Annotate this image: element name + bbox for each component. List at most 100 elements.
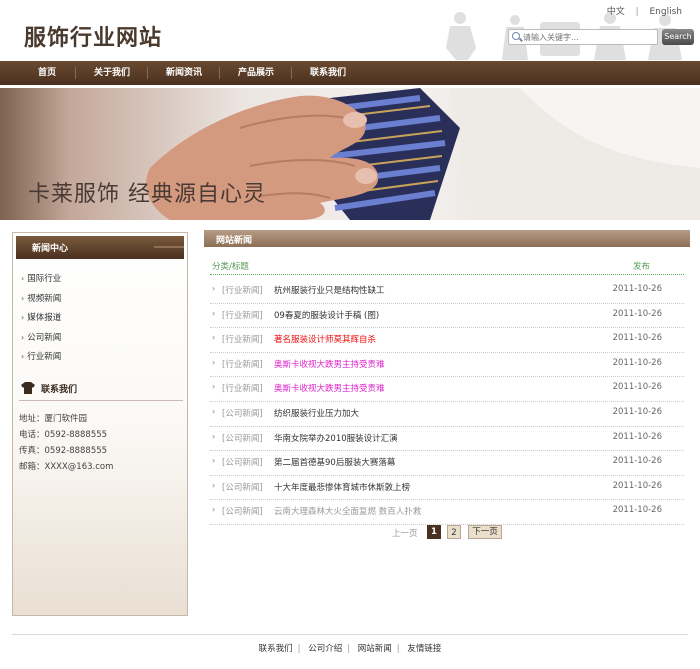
site-title: 服饰行业网站 [24,26,163,51]
nav-divider [291,67,292,79]
sidebar-item-label: 媒体报道 [27,313,62,323]
main-section-header: 网站新闻 [204,230,690,247]
footer-separator: | [347,644,351,654]
footer-link-about[interactable]: 公司介绍 [308,644,342,654]
news-date: 2011-10-26 [612,431,662,442]
news-title-link[interactable]: 奥斯卡收视大跌男主持受责难 [274,358,385,370]
search-box [508,29,658,45]
contact-section-title: 联系我们 [19,381,183,401]
news-category[interactable]: [公司新闻] [222,505,263,517]
nav-divider [75,67,76,79]
news-title-link[interactable]: 杭州服装行业只是结构性缺工 [274,284,385,296]
arrow-right-icon: › [212,357,216,367]
arrow-right-icon: › [212,505,216,515]
news-category[interactable]: [行业新闻] [222,333,263,345]
nav-item-products[interactable]: 产品展示 [228,61,284,85]
arrow-right-icon: › [212,431,216,441]
arrow-right-icon: › [21,352,25,361]
nav-item-about[interactable]: 关于我们 [84,61,140,85]
arrow-right-icon: › [21,332,25,342]
arrow-right-icon: › [212,406,216,416]
news-row: › [公司新闻] 云南大理森林大火全面复燃 数百人扑救 2011-10-26 [210,500,684,525]
news-category[interactable]: [行业新闻] [222,284,263,296]
contact-title: 联系我们 [41,385,78,395]
news-title-link[interactable]: 纺织服装行业压力加大 [274,407,359,419]
nav-divider [219,67,220,79]
news-title-link[interactable]: 华南女院举办2010服装设计汇演 [274,432,398,444]
news-row: › [公司新闻] 十大年度最悲惨体育城市休斯敦上榜 2011-10-26 [210,476,684,501]
sidebar-news-list: › 国际行业 › 视频新闻 › 媒体报道 › 公司新闻 › 行业新闻 [21,273,181,371]
footer-link-contact[interactable]: 联系我们 [259,644,293,654]
news-category[interactable]: [公司新闻] [222,481,263,493]
news-row: › [行业新闻] 奥斯卡收视大跌男主持受责难 2011-10-26 [210,353,684,378]
sidebar-item-media[interactable]: › 媒体报道 [21,312,181,332]
news-date: 2011-10-26 [612,480,662,491]
contact-address: 地址：厦门软件园 [19,414,88,424]
news-category[interactable]: [公司新闻] [222,432,263,444]
sidebar-header-decoration [154,246,184,248]
news-date: 2011-10-26 [612,406,662,417]
news-list: › [行业新闻] 杭州服装行业只是结构性缺工 2011-10-26 › [行业新闻] 09春… [210,279,684,525]
news-row: › [公司新闻] 纺织服装行业压力加大 2011-10-26 [210,402,684,427]
search-area: Search [508,29,694,45]
news-title-link[interactable]: 奥斯卡收视大跌男主持受责难 [274,382,385,394]
news-category[interactable]: [公司新闻] [222,407,263,419]
search-input[interactable] [523,31,655,43]
news-date: 2011-10-26 [612,308,662,319]
contact-phone: 电话：0592-8888555 [19,430,108,440]
next-page-button[interactable]: 下一页 [468,525,502,539]
arrow-right-icon: › [21,274,25,283]
prev-page-link[interactable]: 上一页 [392,527,418,539]
news-category[interactable]: [行业新闻] [222,309,263,321]
search-icon [512,32,520,40]
news-title-link[interactable]: 十大年度最悲惨体育城市休斯敦上榜 [274,481,410,493]
main-nav: 首页 关于我们 新闻资讯 产品展示 联系我们 [0,61,700,85]
news-date: 2011-10-26 [612,505,662,516]
news-row: › [行业新闻] 09春夏的服装设计手稿 (图) 2011-10-26 [210,304,684,329]
sidebar-header: 新闻中心 [16,236,184,259]
language-switch: 中文 | English [603,4,686,17]
footer-link-friends[interactable]: 友情链接 [407,644,441,654]
lang-chinese-link[interactable]: 中文 [607,7,625,17]
footer-divider [12,634,688,635]
sidebar-title: 新闻中心 [32,244,69,254]
news-row: › [公司新闻] 华南女院举办2010服装设计汇演 2011-10-26 [210,427,684,452]
contact-info: 地址：厦门软件园 电话：0592-8888555 传真：0592-8888555… [19,413,183,477]
sidebar-item-label: 行业新闻 [27,352,62,362]
arrow-right-icon: › [21,293,25,303]
news-date: 2011-10-26 [612,456,662,467]
news-title-link[interactable]: 第二届首德基90后服装大赛落幕 [274,456,395,468]
sidebar-item-label: 视频新闻 [27,293,62,304]
news-row: › [行业新闻] 奥斯卡收视大跌男主持受责难 2011-10-26 [210,377,684,402]
arrow-right-icon: › [212,480,216,490]
sidebar-item-label: 国际行业 [27,274,62,284]
arrow-right-icon: › [212,333,216,343]
lang-english-link[interactable]: English [650,7,683,17]
nav-item-home[interactable]: 首页 [24,61,70,85]
news-category[interactable]: [行业新闻] [222,358,263,370]
arrow-right-icon: › [212,308,216,318]
news-date: 2011-10-26 [612,333,662,344]
sidebar-item-industry[interactable]: › 行业新闻 [21,351,181,371]
contact-email: 邮箱：XXXX@163.com [19,462,114,472]
arrow-right-icon: › [212,382,216,392]
sidebar-item-video[interactable]: › 视频新闻 [21,293,181,313]
news-category[interactable]: [行业新闻] [222,382,263,394]
news-category[interactable]: [公司新闻] [222,456,263,468]
page-2-button[interactable]: 2 [447,525,461,539]
nav-item-contact[interactable]: 联系我们 [300,61,356,85]
sidebar-item-company[interactable]: › 公司新闻 [21,332,181,352]
nav-item-news[interactable]: 新闻资讯 [156,61,212,85]
nav-divider [147,67,148,79]
page-1-button[interactable]: 1 [427,525,441,539]
news-date: 2011-10-26 [612,382,662,393]
search-button[interactable]: Search [662,29,694,45]
footer-link-news[interactable]: 网站新闻 [358,644,392,654]
sidebar-item-international[interactable]: › 国际行业 [21,273,181,293]
news-title-link[interactable]: 著名服装设计师莫其辉自杀 [274,333,376,345]
footer-separator: | [297,644,301,654]
news-title-link[interactable]: 09春夏的服装设计手稿 (图) [274,309,379,321]
news-title-link[interactable]: 云南大理森林大火全面复燃 数百人扑救 [274,505,421,517]
news-date: 2011-10-26 [612,357,662,368]
footer-separator: | [396,644,400,654]
